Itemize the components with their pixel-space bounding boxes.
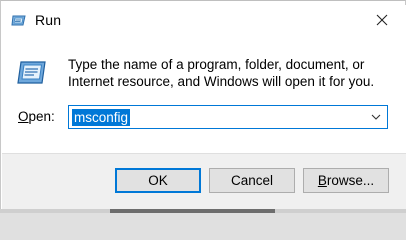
- window-edge-bottom: [0, 209, 406, 213]
- dialog-description: Type the name of a program, folder, docu…: [68, 57, 375, 89]
- title-bar[interactable]: Run: [2, 5, 406, 35]
- browse-button[interactable]: Browse...: [303, 168, 389, 193]
- background-window-edge: [110, 209, 275, 213]
- browse-accelerator: B: [317, 173, 327, 188]
- dropdown-button[interactable]: [366, 107, 386, 127]
- run-dialog: Run Type the name of a program, folder, …: [0, 0, 406, 213]
- run-dialog-icon: [11, 13, 27, 27]
- open-label-accelerator: O: [18, 109, 29, 124]
- open-input[interactable]: msconfig: [72, 109, 131, 126]
- chevron-down-icon: [371, 114, 381, 120]
- open-label: Open:: [18, 109, 55, 124]
- close-icon: [376, 14, 388, 26]
- dialog-content: Type the name of a program, folder, docu…: [2, 35, 406, 153]
- open-combobox[interactable]: msconfig: [68, 105, 388, 129]
- cancel-button[interactable]: Cancel: [209, 168, 295, 193]
- ok-button[interactable]: OK: [115, 168, 201, 193]
- window-title: Run: [35, 12, 62, 28]
- browse-label: rowse...: [326, 173, 375, 188]
- open-label-text: pen:: [28, 109, 55, 124]
- button-bar: OK Cancel Browse...: [2, 153, 406, 211]
- close-button[interactable]: [362, 5, 402, 35]
- run-dialog-icon: [16, 58, 48, 86]
